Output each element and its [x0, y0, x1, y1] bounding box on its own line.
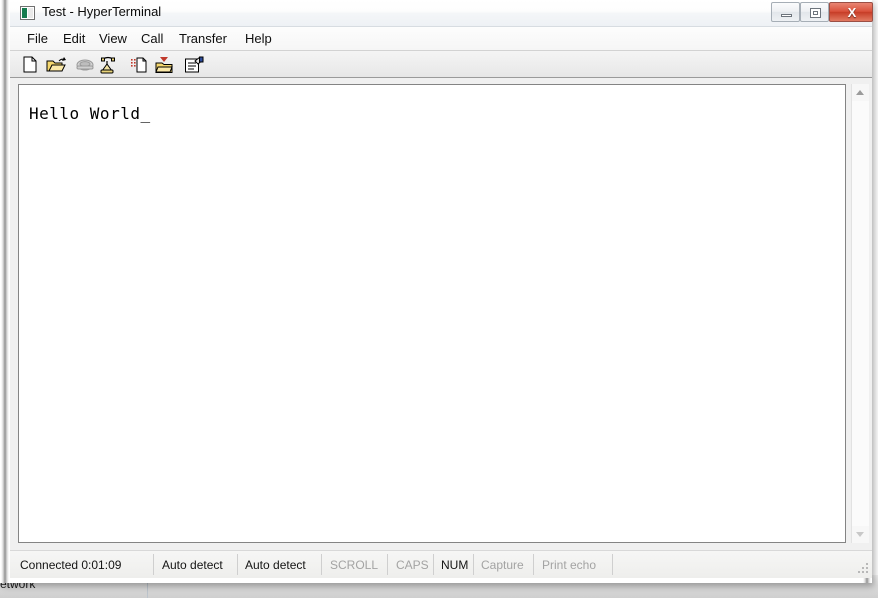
toolbar — [10, 51, 872, 78]
window-title: Test - HyperTerminal — [42, 4, 162, 19]
terminal-icon — [20, 6, 35, 20]
status-capture: Capture — [481, 558, 524, 572]
status-caps: CAPS — [396, 558, 429, 572]
terminal-screen[interactable]: Hello World_ — [18, 84, 846, 543]
open-folder-icon — [46, 57, 66, 72]
new-connection-icon — [23, 56, 37, 73]
menu-item-view[interactable]: View — [94, 30, 132, 47]
toolbar-button-properties[interactable] — [182, 54, 204, 75]
title-bar[interactable]: Test - HyperTerminal X — [10, 0, 873, 27]
toolbar-button-call[interactable] — [96, 54, 118, 75]
status-emulation: Auto detect — [162, 558, 223, 572]
maximize-icon — [810, 8, 821, 18]
menu-item-transfer[interactable]: Transfer — [174, 30, 232, 47]
scroll-up-arrow[interactable] — [852, 84, 869, 101]
status-separator — [321, 554, 322, 575]
status-separator — [153, 554, 154, 575]
toolbar-button-new[interactable] — [20, 54, 42, 75]
terminal-text: Hello World_ — [29, 104, 151, 123]
menu-item-edit[interactable]: Edit — [58, 30, 90, 47]
terminal-client-area: Hello World_ — [10, 78, 872, 550]
menu-item-help[interactable]: Help — [240, 30, 277, 47]
chevron-up-icon — [856, 90, 864, 95]
toolbar-button-disconnect[interactable] — [73, 54, 95, 75]
menu-item-file[interactable]: File — [22, 30, 53, 47]
status-scroll: SCROLL — [330, 558, 379, 572]
minimize-icon — [781, 14, 792, 17]
status-separator — [533, 554, 534, 575]
status-separator — [237, 554, 238, 575]
close-button[interactable]: X — [829, 2, 873, 22]
status-separator — [612, 554, 613, 575]
status-baud: Auto detect — [245, 558, 306, 572]
vertical-scrollbar[interactable] — [851, 84, 869, 543]
maximize-button[interactable] — [800, 2, 829, 22]
status-separator — [473, 554, 474, 575]
status-separator — [433, 554, 434, 575]
scroll-down-arrow[interactable] — [852, 526, 869, 543]
properties-icon — [185, 56, 204, 73]
resize-grip[interactable] — [856, 563, 869, 576]
send-file-icon — [131, 57, 147, 73]
call-phone-icon — [100, 56, 115, 74]
window-inner: Test - HyperTerminal X File Edit View Ca… — [10, 0, 873, 578]
toolbar-button-send[interactable] — [128, 54, 150, 75]
status-num: NUM — [441, 558, 469, 572]
close-icon: X — [847, 5, 857, 20]
status-separator — [387, 554, 388, 575]
receive-file-icon — [155, 57, 173, 73]
chevron-down-icon — [856, 532, 864, 537]
toolbar-button-open[interactable] — [44, 54, 66, 75]
status-bar: Connected 0:01:09 Auto detect Auto detec… — [10, 550, 872, 578]
status-connected: Connected 0:01:09 — [20, 558, 122, 572]
status-print-echo: Print echo — [542, 558, 597, 572]
hyperterminal-window: Test - HyperTerminal X File Edit View Ca… — [0, 0, 873, 583]
disconnect-phone-icon — [76, 59, 94, 71]
toolbar-button-receive[interactable] — [152, 54, 174, 75]
menu-item-call[interactable]: Call — [136, 30, 168, 47]
scrollbar-track[interactable] — [852, 101, 869, 526]
menu-bar: File Edit View Call Transfer Help — [10, 27, 872, 51]
minimize-button[interactable] — [771, 2, 800, 22]
